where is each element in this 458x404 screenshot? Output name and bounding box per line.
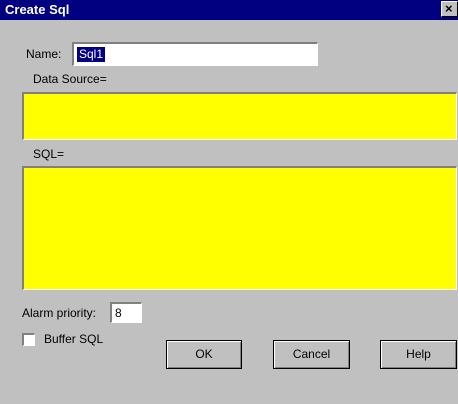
sql-textarea[interactable] [22,166,457,290]
data-source-textarea[interactable] [22,92,457,140]
title-bar: Create Sql × [0,0,458,20]
window-title: Create Sql [5,2,70,17]
sql-label: SQL= [33,147,65,161]
data-source-label: Data Source= [33,72,107,86]
name-input[interactable]: Sql1 [72,42,318,66]
ok-button[interactable]: OK [166,340,242,369]
close-button[interactable]: × [441,1,458,17]
buffer-sql-label: Buffer SQL [44,332,104,346]
cancel-button[interactable]: Cancel [273,340,350,369]
name-input-value: Sql1 [77,47,106,62]
close-icon: × [445,1,453,16]
buffer-sql-checkbox[interactable] [22,333,35,346]
alarm-priority-label: Alarm priority: [22,306,97,320]
alarm-priority-value: 8 [115,306,122,320]
alarm-priority-input[interactable]: 8 [110,302,142,323]
help-button[interactable]: Help [380,340,457,369]
name-label: Name: [26,47,62,61]
